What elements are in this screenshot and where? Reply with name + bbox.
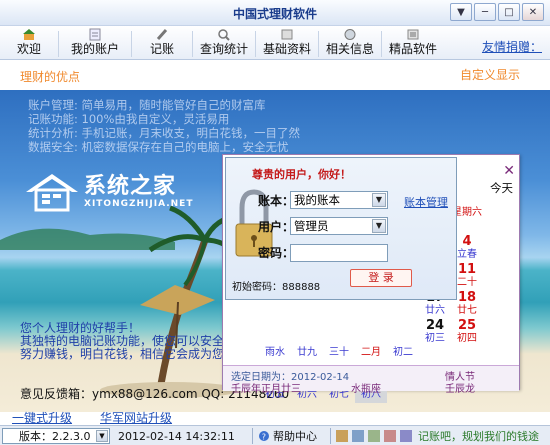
calendar-week-row: 24 初三 25 初四 (259, 319, 515, 347)
settings-icon[interactable] (400, 430, 412, 442)
huajun-upgrade-link[interactable]: 华军网站升级 (100, 409, 172, 425)
help-center-link[interactable]: ? 帮助中心 (258, 428, 317, 444)
calendar-day-cell (323, 319, 355, 347)
status-bar: 版本：2.2.3.0 ▼ 2012-02-14 14:32:11 ? 帮助中心 … (0, 425, 550, 445)
account-book-select[interactable]: 我的账本 ▼ (290, 191, 388, 209)
home-icon (22, 28, 36, 41)
custom-display-link[interactable]: 自定义显示 (460, 66, 520, 83)
user-select[interactable]: 管理员 ▼ (290, 217, 388, 235)
menu-dropdown-icon[interactable]: ▼ (450, 3, 472, 21)
calendar-lunar-label: 廿九 (297, 347, 317, 358)
calendar-day-cell[interactable]: 25 初四 (451, 319, 483, 347)
title-bar: 中国式理财软件 ▼ ─ □ ✕ (0, 0, 550, 26)
globe-icon (343, 28, 357, 41)
calendar-lunar-label: 初四 (457, 333, 477, 344)
calendar-lunar-label: 初三 (425, 333, 445, 344)
calendar-day-cell (387, 319, 419, 347)
calendar-lunar-label: 三十 (329, 347, 349, 358)
calendar-icon[interactable] (368, 430, 380, 442)
advantages-heading: 理财的优点 (20, 70, 81, 84)
tab-premium-software[interactable]: 精品软件 (382, 26, 444, 60)
chevron-down-icon[interactable]: ▼ (372, 219, 386, 233)
window-controls: ▼ ─ □ ✕ (448, 3, 544, 21)
calendar-lunar-label: 二月 (361, 347, 381, 358)
datetime-display: 2012-02-14 14:32:11 (118, 429, 235, 443)
user-label: 用户： (258, 220, 295, 234)
today-button[interactable]: 今天 (490, 180, 513, 196)
calendar-lunar-label: 廿七 (457, 305, 477, 316)
calculator-icon[interactable] (352, 430, 364, 442)
calendar-footer: 选定日期为：2012-02-14 情人节 壬辰年正月廿三 水瓶座 壬辰龙 (223, 365, 519, 395)
one-click-upgrade-link[interactable]: 一键式升级 (12, 409, 72, 425)
software-icon (406, 28, 420, 41)
tab-my-account[interactable]: 我的账户 (59, 26, 131, 60)
search-icon (217, 28, 231, 41)
note-icon[interactable] (336, 430, 348, 442)
ganzhi-year: 壬辰龙 (445, 384, 475, 395)
login-panel: 尊贵的用户，你好！ 账本： 我的账本 ▼ 账本管理 用户： 管理员 ▼ 密码： … (225, 157, 457, 300)
svg-text:?: ? (262, 433, 266, 442)
calendar-lunar-label: 雨水 (265, 347, 285, 358)
calendar-lunar-label: 廿六 (425, 305, 445, 316)
account-icon (88, 28, 102, 41)
house-logo-icon (26, 174, 78, 212)
help-icon: ? (258, 430, 270, 442)
data-icon (280, 28, 294, 41)
initial-password-hint: 初始密码：888888 (232, 282, 321, 293)
calendar-day-cell[interactable]: 24 初三 (419, 319, 451, 347)
lunar-date: 壬辰年正月廿三 (231, 384, 301, 395)
password-input[interactable] (290, 244, 388, 262)
tray-icons (336, 428, 412, 444)
account-book-label: 账本： (258, 194, 295, 208)
main-toolbar: 欢迎 我的账户 记账 查询统计 基础资料 相关信息 精品软件 友情捐赠： (0, 26, 550, 60)
tools-icon[interactable] (384, 430, 396, 442)
close-icon[interactable]: ✕ (522, 3, 544, 21)
calendar-day-cell (355, 319, 387, 347)
password-label: 密码： (258, 246, 295, 260)
maximize-icon[interactable]: □ (498, 3, 520, 21)
tab-welcome[interactable]: 欢迎 (0, 26, 58, 60)
minimize-icon[interactable]: ─ (474, 3, 496, 21)
tab-query-stats[interactable]: 查询统计 (193, 26, 255, 60)
pen-icon (155, 28, 169, 41)
version-select[interactable]: 版本：2.2.3.0 ▼ (2, 428, 110, 444)
tab-bookkeeping[interactable]: 记账 (132, 26, 192, 60)
calendar-lunar-label: 初二 (393, 347, 413, 358)
calendar-day-cell (291, 319, 323, 347)
watermark-logo: 系统之家 XITONGZHIJIA.NET (22, 170, 193, 214)
bottom-links: 一键式升级 华军网站升级 (0, 409, 550, 425)
calendar-day-cell (259, 319, 291, 347)
manage-account-link[interactable]: 账本管理 (404, 194, 448, 210)
scrolling-ticker: 记账吧，规划我们的钱途 (418, 430, 539, 443)
donate-link[interactable]: 友情捐赠： (482, 38, 542, 55)
login-button[interactable]: 登 录 (350, 269, 412, 287)
chevron-down-icon[interactable]: ▼ (96, 430, 108, 442)
greeting-text: 尊贵的用户，你好！ (252, 168, 351, 181)
close-icon[interactable]: ✕ (503, 163, 515, 179)
chevron-down-icon[interactable]: ▼ (372, 193, 386, 207)
calendar-day-number: 24 (425, 318, 445, 333)
zodiac-sign: 水瓶座 (351, 384, 381, 395)
tab-related-info[interactable]: 相关信息 (319, 26, 381, 60)
tab-basic-data[interactable]: 基础资料 (256, 26, 318, 60)
calendar-day-number: 25 (457, 318, 477, 333)
